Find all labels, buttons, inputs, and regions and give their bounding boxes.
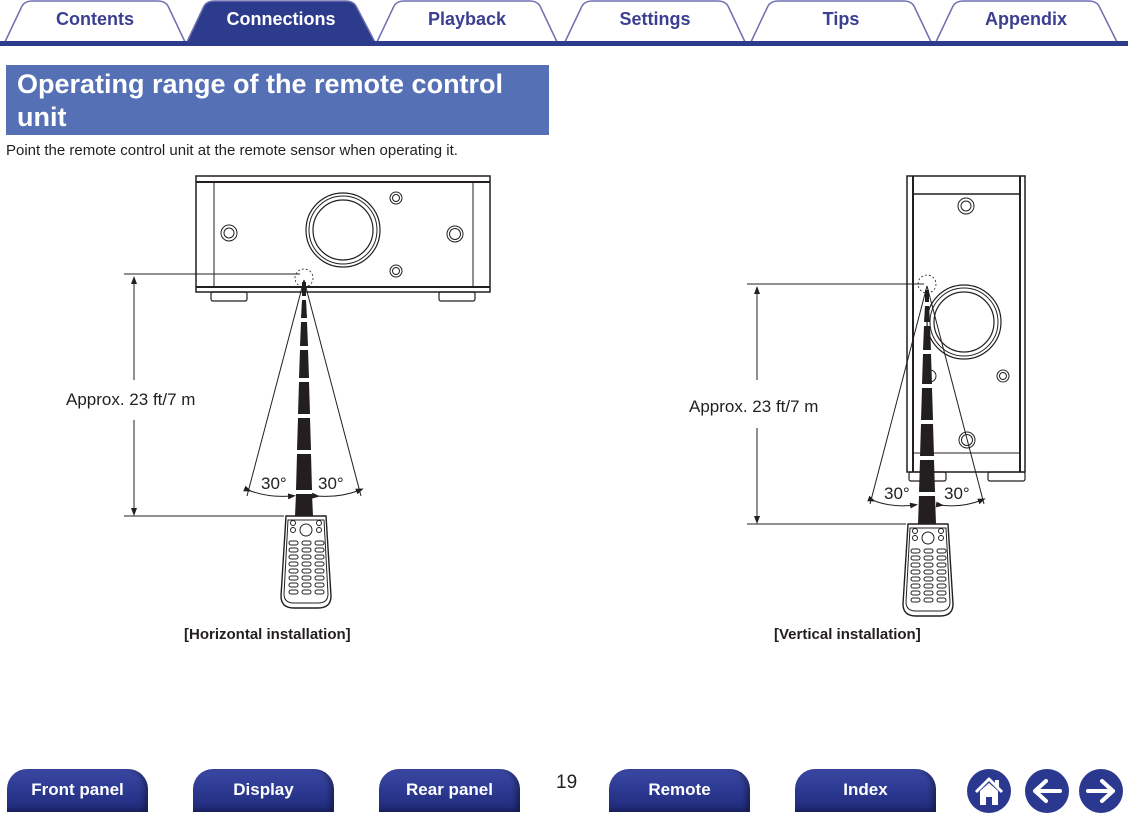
index-button[interactable]: Index [795, 769, 936, 812]
page-number: 19 [556, 772, 578, 793]
angle-label-left-vertical: 30° [884, 484, 910, 503]
distance-label-vertical: Approx. 23 ft/7 m [687, 397, 821, 417]
caption-vertical: [Vertical installation] [774, 626, 921, 643]
rear-panel-button[interactable]: Rear panel [379, 769, 520, 812]
back-button[interactable] [1024, 768, 1070, 814]
back-arrow-icon [1025, 769, 1069, 813]
vertical-installation-diagram [747, 175, 1026, 617]
remote-control-vertical [902, 523, 954, 617]
remote-button[interactable]: Remote [609, 769, 750, 812]
display-button[interactable]: Display [193, 769, 334, 812]
angle-label-right-vertical: 30° [944, 484, 970, 503]
home-icon [967, 769, 1011, 813]
forward-arrow-icon [1079, 769, 1123, 813]
front-panel-button[interactable]: Front panel [7, 769, 148, 812]
forward-button[interactable] [1078, 768, 1124, 814]
home-button[interactable] [966, 768, 1012, 814]
